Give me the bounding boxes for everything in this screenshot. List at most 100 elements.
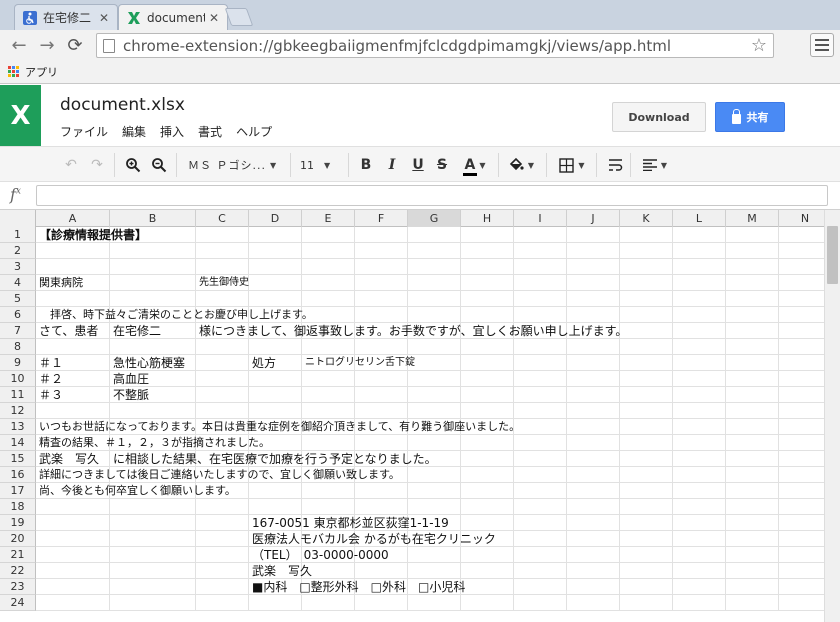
menu-file[interactable]: ファイル	[60, 123, 108, 140]
column-header-K[interactable]: K	[620, 210, 673, 227]
zoom-out-icon[interactable]	[150, 154, 168, 176]
font-size-select[interactable]: 11 ▼	[300, 154, 338, 176]
cell-D9[interactable]: 処方	[252, 356, 276, 371]
column-header-G[interactable]: G	[408, 210, 461, 227]
cell-D20[interactable]: 医療法人モバカル会 かるがも在宅クリニック	[252, 532, 496, 547]
align-button[interactable]: ▼	[640, 154, 670, 176]
cell-A13[interactable]: いつもお世話になっております。本日は貴重な症例を御紹介頂きまして、有り難う御座い…	[39, 420, 520, 435]
cell-A4[interactable]: 関東病院	[39, 276, 83, 291]
cell-D22[interactable]: 武楽 写久	[252, 564, 312, 579]
select-all-corner[interactable]	[0, 210, 36, 227]
cell-B9[interactable]: 急性心筋梗塞	[113, 356, 185, 371]
row-header-21[interactable]: 21	[0, 547, 36, 563]
cell-A17[interactable]: 尚、今後とも何卒宜しく御願いします。	[39, 484, 236, 499]
row-header-2[interactable]: 2	[0, 243, 36, 259]
reload-icon[interactable]: ⟳	[64, 34, 86, 56]
redo-icon[interactable]: ↷	[88, 154, 106, 176]
row-header-19[interactable]: 19	[0, 515, 36, 531]
menu-format[interactable]: 書式	[198, 123, 222, 140]
vertical-scrollbar[interactable]	[824, 210, 840, 622]
row-header-22[interactable]: 22	[0, 563, 36, 579]
row-header-16[interactable]: 16	[0, 467, 36, 483]
new-tab-button[interactable]	[224, 8, 254, 26]
share-button[interactable]: 共有	[715, 102, 785, 132]
row-header-24[interactable]: 24	[0, 595, 36, 611]
row-header-14[interactable]: 14	[0, 435, 36, 451]
cell-D19[interactable]: 167-0051 東京都杉並区荻窪1-1-19	[252, 516, 449, 531]
row-header-7[interactable]: 7	[0, 323, 36, 339]
wrap-text-button[interactable]	[606, 154, 624, 176]
row-header-9[interactable]: 9	[0, 355, 36, 371]
cell-A6[interactable]: 拝啓、時下益々ご清栄のこととお慶び申し上げます。	[39, 308, 313, 323]
column-header-L[interactable]: L	[673, 210, 726, 227]
tab-close-icon[interactable]: ✕	[99, 11, 109, 25]
zoom-in-icon[interactable]	[124, 154, 142, 176]
cell-A9[interactable]: ＃１	[39, 356, 63, 371]
forward-icon[interactable]: →	[36, 34, 58, 56]
apps-grid-icon[interactable]	[8, 66, 19, 77]
font-family-select[interactable]: ＭＳ Ｐゴシ... ▼	[188, 154, 282, 176]
column-header-I[interactable]: I	[514, 210, 567, 227]
column-header-F[interactable]: F	[355, 210, 408, 227]
cell-C7[interactable]: 様につきまして、御返事致します。お手数ですが、宜しくお願い申し上げます。	[199, 324, 627, 339]
menu-help[interactable]: ヘルプ	[236, 123, 272, 140]
column-header-B[interactable]: B	[110, 210, 196, 227]
undo-icon[interactable]: ↶	[62, 154, 80, 176]
cell-A7[interactable]: さて、患者	[39, 324, 98, 339]
row-header-20[interactable]: 20	[0, 531, 36, 547]
text-color-button[interactable]: A ▼	[460, 154, 490, 176]
column-header-A[interactable]: A	[36, 210, 110, 227]
cell-A11[interactable]: ＃３	[39, 388, 63, 403]
menu-edit[interactable]: 編集	[122, 123, 146, 140]
column-header-N[interactable]: N	[779, 210, 824, 227]
row-header-18[interactable]: 18	[0, 499, 36, 515]
row-header-12[interactable]: 12	[0, 403, 36, 419]
cell-A14[interactable]: 精査の結果、＃１，２，３が指摘されました。	[39, 436, 270, 451]
cell-B7[interactable]: 在宅修二	[113, 324, 161, 339]
row-header-6[interactable]: 6	[0, 307, 36, 323]
row-header-11[interactable]: 11	[0, 387, 36, 403]
spreadsheet-grid[interactable]: ABCDEFGHIJKLMN 1 2 3 4 5 6 7 8 9 10 11 12 13 14 15 16 17…	[0, 210, 824, 622]
tab-close-icon[interactable]: ✕	[209, 11, 219, 25]
fill-color-button[interactable]: ▼	[506, 154, 536, 176]
cell-B10[interactable]: 高血圧	[113, 372, 149, 387]
row-header-3[interactable]: 3	[0, 259, 36, 275]
cell-D21[interactable]: （TEL） 03-0000-0000	[252, 548, 389, 563]
browser-tab-document[interactable]: document ✕	[118, 4, 228, 30]
borders-button[interactable]: ▼	[556, 154, 588, 176]
browser-menu-icon[interactable]	[810, 33, 834, 57]
cell-B15[interactable]: に相談した結果、在宅医療で加療を行う予定となりました。	[113, 452, 437, 467]
scroll-thumb[interactable]	[827, 226, 838, 284]
menu-insert[interactable]: 挿入	[160, 123, 184, 140]
cell-A10[interactable]: ＃２	[39, 372, 63, 387]
row-header-4[interactable]: 4	[0, 275, 36, 291]
download-button[interactable]: Download	[612, 102, 706, 132]
cell-E9[interactable]: ニトログリセリン舌下錠	[305, 356, 415, 371]
column-header-D[interactable]: D	[249, 210, 302, 227]
cell-A1[interactable]: 【診療情報提供書】	[39, 228, 147, 243]
row-header-10[interactable]: 10	[0, 371, 36, 387]
column-header-H[interactable]: H	[461, 210, 514, 227]
bold-button[interactable]: B	[358, 154, 374, 176]
formula-input[interactable]	[36, 185, 828, 206]
row-header-17[interactable]: 17	[0, 483, 36, 499]
column-header-M[interactable]: M	[726, 210, 779, 227]
row-header-13[interactable]: 13	[0, 419, 36, 435]
column-header-J[interactable]: J	[567, 210, 620, 227]
row-header-5[interactable]: 5	[0, 291, 36, 307]
column-header-C[interactable]: C	[196, 210, 249, 227]
row-header-8[interactable]: 8	[0, 339, 36, 355]
cell-B11[interactable]: 不整脈	[113, 388, 149, 403]
address-bar[interactable]: chrome-extension://gbkeegbaiigmenfmjfclc…	[96, 33, 774, 58]
cell-A15[interactable]: 武楽 写久	[39, 452, 99, 467]
row-header-15[interactable]: 15	[0, 451, 36, 467]
column-header-E[interactable]: E	[302, 210, 355, 227]
underline-button[interactable]: U	[410, 154, 426, 176]
document-title[interactable]: document.xlsx	[60, 95, 185, 115]
strikethrough-button[interactable]: S	[434, 154, 450, 176]
row-header-23[interactable]: 23	[0, 579, 36, 595]
apps-bookmark-label[interactable]: アプリ	[25, 64, 58, 80]
cell-C4[interactable]: 先生御侍史	[199, 276, 249, 291]
row-header-1[interactable]: 1	[0, 227, 36, 243]
bookmark-star-icon[interactable]: ☆	[751, 35, 767, 56]
